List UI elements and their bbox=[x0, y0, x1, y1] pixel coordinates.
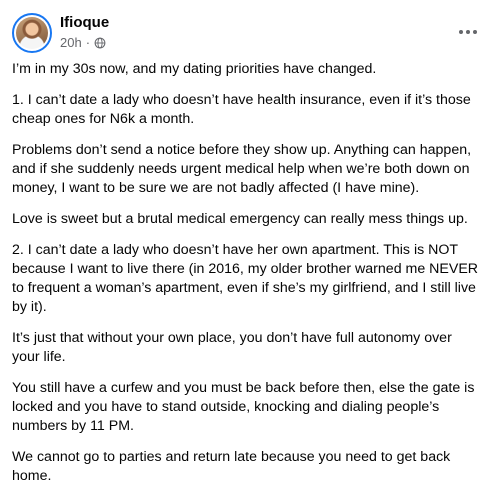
post-paragraph: You still have a curfew and you must be … bbox=[12, 380, 475, 434]
more-options-icon bbox=[459, 30, 463, 34]
post-paragraph: I’m in my 30s now, and my dating priorit… bbox=[12, 61, 377, 77]
meta-separator: · bbox=[85, 35, 91, 50]
post-paragraph: 1. I can’t date a lady who doesn’t have … bbox=[12, 92, 471, 127]
post-time[interactable]: 20h bbox=[60, 35, 82, 51]
post-paragraph: 2. I can’t date a lady who doesn’t have … bbox=[12, 242, 479, 315]
post-paragraph: It’s just that without your own place, y… bbox=[12, 330, 452, 365]
post-header: Ifioque 20h · bbox=[12, 13, 481, 53]
post-card: Ifioque 20h · I’m in my 30s now, and my … bbox=[0, 0, 493, 494]
more-options-button[interactable] bbox=[457, 21, 479, 43]
avatar-photo bbox=[16, 17, 48, 49]
post-text: I’m in my 30s now, and my dating priorit… bbox=[12, 60, 482, 498]
globe-icon bbox=[94, 37, 106, 49]
author-name[interactable]: Ifioque bbox=[60, 14, 109, 32]
post-meta: 20h · bbox=[60, 35, 106, 51]
avatar[interactable] bbox=[12, 13, 52, 53]
post-paragraph: We cannot go to parties and return late … bbox=[12, 449, 451, 484]
post-paragraph: Problems don’t send a notice before they… bbox=[12, 142, 472, 196]
post-paragraph: Love is sweet but a brutal medical emerg… bbox=[12, 211, 468, 227]
